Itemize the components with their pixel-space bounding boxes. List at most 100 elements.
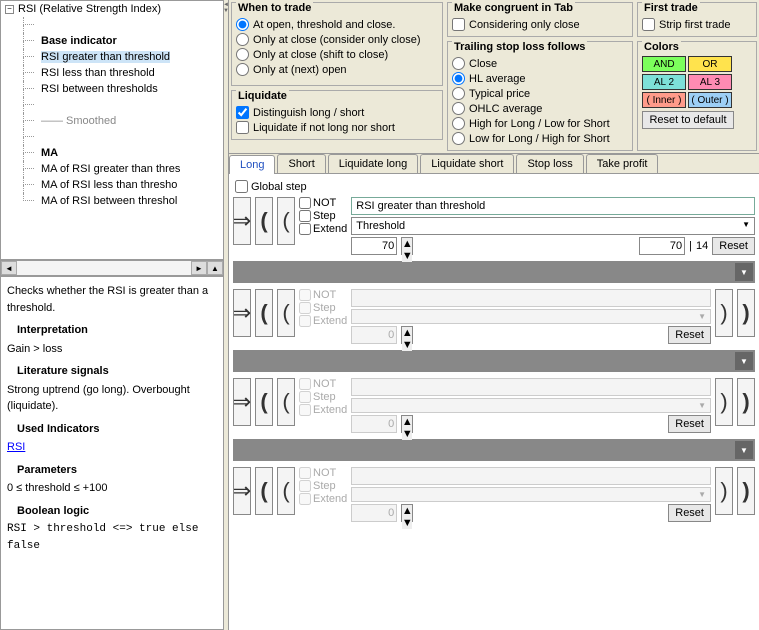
tree-collapse-icon[interactable]: −	[5, 5, 14, 14]
tree-item[interactable]: RSI greater than threshold	[17, 49, 223, 65]
tsl-option[interactable]: Low for Long / High for Short	[452, 131, 628, 146]
scroll-up-icon[interactable]: ▲	[207, 261, 223, 275]
reset-colors-button[interactable]: Reset to default	[642, 111, 734, 129]
when-option[interactable]: Only at close (shift to close)	[236, 47, 438, 62]
spinner: ▲▼	[401, 415, 413, 433]
strip-first-trade-check[interactable]: Strip first trade	[642, 17, 752, 32]
tree-item	[17, 97, 223, 113]
help-intro: Checks whether the RSI is greater than a…	[7, 283, 217, 316]
threshold-min-input[interactable]	[351, 237, 397, 255]
tab-liquidate-short[interactable]: Liquidate short	[420, 154, 514, 173]
arrow-right-button[interactable]: ⇒	[233, 197, 251, 245]
tab-stop-loss[interactable]: Stop loss	[516, 154, 583, 173]
tsl-option[interactable]: Typical price	[452, 86, 628, 101]
tree-item[interactable]: RSI less than threshold	[17, 65, 223, 81]
open-bracket-button[interactable]: (	[277, 197, 295, 245]
tree-item[interactable]: MA of RSI greater than thres	[17, 161, 223, 177]
open-bracket-bold-button[interactable]: (	[255, 378, 273, 426]
help-lit: Strong uptrend (go long). Overbought (li…	[7, 382, 217, 415]
scroll-left-icon[interactable]: ◄	[1, 261, 17, 275]
tab-long[interactable]: Long	[229, 155, 275, 174]
tree-hscroll[interactable]: ◄ ► ▲	[0, 260, 224, 276]
close-bracket-button[interactable]: )	[715, 467, 733, 515]
tsl-option[interactable]: Close	[452, 56, 628, 71]
tsl-option[interactable]: High for Long / Low for Short	[452, 116, 628, 131]
extend-check: Extend	[299, 404, 347, 416]
color-button[interactable]: AL 3	[688, 74, 732, 90]
tree-item[interactable]: MA of RSI less than thresho	[17, 177, 223, 193]
extend-check: Extend	[299, 493, 347, 505]
global-step-check[interactable]: Global step	[233, 178, 755, 195]
rule-title	[351, 378, 711, 396]
tab-take-profit[interactable]: Take profit	[586, 154, 659, 173]
not-check: NOT	[299, 289, 347, 301]
value-input	[351, 326, 397, 344]
min-spinner[interactable]: ▲▼	[401, 237, 413, 255]
indicator-tree[interactable]: − RSI (Relative Strength Index) Base ind…	[0, 0, 224, 260]
color-button[interactable]: AND	[642, 56, 686, 72]
tree-root-label: RSI (Relative Strength Index)	[18, 3, 161, 15]
close-bracket-bold-button[interactable]: )	[737, 289, 755, 337]
tree-item	[17, 17, 223, 33]
tree-item[interactable]: —— Smoothed	[17, 113, 223, 129]
spinner: ▲▼	[401, 504, 413, 522]
close-bracket-bold-button[interactable]: )	[737, 378, 755, 426]
rule-title: RSI greater than threshold	[351, 197, 755, 215]
help-h-bool: Boolean logic	[17, 503, 217, 520]
tab-short[interactable]: Short	[277, 154, 325, 173]
chevron-down-icon: ▼	[735, 352, 753, 370]
first-trade-header: First trade	[642, 2, 700, 14]
tsl-header: Trailing stop loss follows	[452, 41, 587, 53]
liquidate-option[interactable]: Liquidate if not long nor short	[236, 120, 438, 135]
not-check: NOT	[299, 467, 347, 479]
tab-liquidate-long[interactable]: Liquidate long	[328, 154, 419, 173]
tsl-option[interactable]: HL average	[452, 71, 628, 86]
when-option[interactable]: At open, threshold and close.	[236, 17, 438, 32]
separator-dropdown[interactable]: ▼	[233, 439, 755, 461]
close-bracket-bold-button[interactable]: )	[737, 467, 755, 515]
open-bracket-button[interactable]: (	[277, 467, 295, 515]
open-bracket-button[interactable]: (	[277, 378, 295, 426]
extend-check[interactable]: Extend	[299, 223, 347, 235]
tsl-option[interactable]: OHLC average	[452, 101, 628, 116]
not-check[interactable]: NOT	[299, 197, 347, 209]
considering-only-close-check[interactable]: Considering only close	[452, 17, 628, 32]
not-check: NOT	[299, 378, 347, 390]
liquidate-option[interactable]: Distinguish long / short	[236, 105, 438, 120]
color-button[interactable]: AL 2	[642, 74, 686, 90]
chevron-down-icon: ▼	[742, 220, 750, 232]
open-bracket-button[interactable]: (	[277, 289, 295, 337]
tree-item[interactable]: Base indicator	[17, 33, 223, 49]
open-bracket-bold-button[interactable]: (	[255, 289, 273, 337]
arrow-right-button[interactable]: ⇒	[233, 467, 251, 515]
reset-rule-button[interactable]: Reset	[712, 237, 755, 255]
when-option[interactable]: Only at (next) open	[236, 62, 438, 77]
color-button[interactable]: OR	[688, 56, 732, 72]
help-interp: Gain > loss	[7, 341, 217, 358]
tree-item[interactable]: MA of RSI between threshol	[17, 193, 223, 209]
colors-header: Colors	[642, 41, 681, 53]
color-button[interactable]: ( Inner )	[642, 92, 686, 108]
threshold-select[interactable]: Threshold▼	[351, 217, 755, 235]
tree-item[interactable]: RSI between thresholds	[17, 81, 223, 97]
help-rsi-link[interactable]: RSI	[7, 441, 25, 453]
close-bracket-button[interactable]: )	[715, 378, 733, 426]
help-bool: RSI > threshold <=> true else false	[7, 521, 217, 554]
arrow-right-button[interactable]: ⇒	[233, 289, 251, 337]
separator-dropdown[interactable]: ▼	[233, 350, 755, 372]
when-to-trade-header: When to trade	[236, 2, 313, 14]
close-bracket-button[interactable]: )	[715, 289, 733, 337]
separator-dropdown[interactable]: ▼	[233, 261, 755, 283]
reset-button[interactable]: Reset	[668, 326, 711, 344]
reset-button[interactable]: Reset	[668, 415, 711, 433]
open-bracket-bold-button[interactable]: (	[255, 197, 273, 245]
threshold-max-input[interactable]	[639, 237, 685, 255]
arrow-right-button[interactable]: ⇒	[233, 378, 251, 426]
color-button[interactable]: ( Outer )	[688, 92, 732, 108]
when-option[interactable]: Only at close (consider only close)	[236, 32, 438, 47]
reset-button[interactable]: Reset	[668, 504, 711, 522]
open-bracket-bold-button[interactable]: (	[255, 467, 273, 515]
scroll-right-icon[interactable]: ►	[191, 261, 207, 275]
step-check[interactable]: Step	[299, 210, 347, 222]
tree-item[interactable]: MA	[17, 145, 223, 161]
